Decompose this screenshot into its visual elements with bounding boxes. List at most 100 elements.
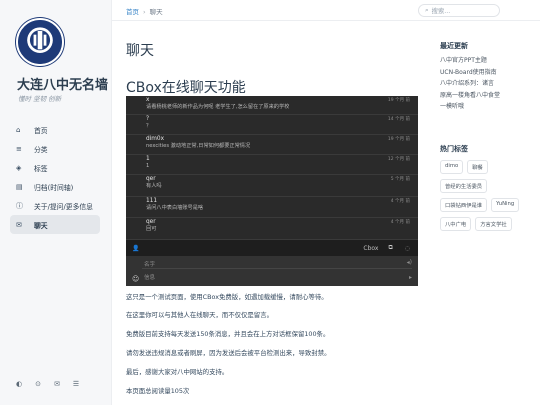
search-icon: ⌕ [425,6,429,14]
popout-icon[interactable]: ⧉ [388,244,392,252]
chat-message: qer 有人吗 5 个月 前 [126,175,418,197]
sidebar-item-about[interactable]: ⓘ 关于/提问/更多信息 [10,196,100,215]
breadcrumb: 首页 › 聊天 [126,6,163,16]
paragraph: 免费版目前支持每天发送150条消息，并且会在上方对话框保留100条。 [126,330,330,338]
chat-message-time: 12 个月 前 [387,157,410,162]
sidebar-item-tags[interactable]: ◈ 标签 [10,158,100,177]
rss-icon[interactable]: ☰ [71,380,81,388]
chat-message: 111 请问八中表白墙账号是啥 4 个月 前 [126,197,418,218]
chat-message-time: 4 个月 前 [390,199,410,204]
chat-message-text: nexcities 激动地正常,日常如何都要正常情况 [146,143,251,149]
tag-chip[interactable]: 方言文学社 [475,217,512,231]
recent-update-link[interactable]: UCN-Board使用指南 [440,67,500,79]
chat-message: dim0x nexcities 激动地正常,日常如何都要正常情况 19 个月 前 [126,135,418,155]
chat-message-text: 1 [146,163,150,169]
read-count: 本页面总阅读量105次 [126,387,190,395]
chat-message-text: 回可 [146,226,157,232]
popular-tags-heading: 热门标签 [440,145,468,153]
recent-updates-list: 八中官方PPT主题 UCN-Board使用指南 八中介绍系列：诸言 原高一楼角看… [440,55,500,113]
chat-message-input[interactable]: 信息 [144,273,155,281]
section-title: CBox在线聊天功能 [126,80,246,96]
tag-chip[interactable]: 八中广电 [440,217,472,231]
sidebar-item-label: 首页 [34,126,48,135]
chat-message-name[interactable]: ？ [146,116,412,123]
search-placeholder: 搜索... [431,8,451,15]
chat-name-input[interactable]: 名字 [144,260,155,268]
recent-update-link[interactable]: 一模听哦 [440,101,500,113]
chat-message-time: 19 个月 前 [387,137,410,142]
sidebar-item-label: 标签 [34,164,48,173]
recent-update-link[interactable]: 八中介绍系列：诸言 [440,78,500,90]
volume-icon[interactable]: ◂) [407,259,412,266]
chat-message: x 请看杨桃老师的新作品为何呢 老学生了,怎么留在了原来的学校 19 个月 前 [126,96,418,115]
chat-message-text: 请看杨桃老师的新作品为何呢 老学生了,怎么留在了原来的学校 [146,104,290,110]
github-icon[interactable]: ⊙ [33,380,43,388]
chat-message-time: 14 个月 前 [387,117,410,122]
chat-message-time: 4 个月 前 [390,220,410,225]
chat-input-area: 名字 ◂) ☺ 信息 ▸ [126,256,418,286]
paragraph: 请勿发送违规消息或者刷屏，因为发送后会被平台检测出来，导致封禁。 [126,349,331,357]
chat-message-name[interactable]: x [146,97,412,104]
sidebar-item-home[interactable]: ⌂ 首页 [10,120,100,139]
chat-message-name[interactable]: qer [146,219,412,226]
site-subtitle: 懂时 坚韧 创新 [18,95,62,103]
cbox-link[interactable]: Cbox [363,245,378,252]
recent-updates-heading: 最近更新 [440,42,468,50]
sidebar: 大连八中无名墙 懂时 坚韧 创新 ⌂ 首页 ≡ 分类 ◈ 标签 ▤ 归档(时间轴… [0,0,112,405]
tag-icon: ◈ [16,163,22,172]
chat-message-time: 19 个月 前 [387,98,410,103]
chat-message: 1 1 12 个月 前 [126,155,418,175]
chat-input-divider [142,268,412,269]
school-logo[interactable] [16,18,64,66]
chat-message: ？ ？ 14 个月 前 [126,115,418,135]
chat-message-time: 5 个月 前 [390,177,410,182]
menu-icon: ≡ [16,144,22,153]
emoji-icon[interactable]: ☺ [132,275,139,283]
site-title[interactable]: 大连八中无名墙 [17,74,108,93]
paragraph: 这只是一个测试页面，使用CBox免费版，如遇加载缓慢，请耐心等待。 [126,293,328,301]
header-divider [112,20,540,21]
theme-toggle-icon[interactable]: ◐ [14,380,24,388]
breadcrumb-separator-icon: › [143,8,146,16]
sidebar-item-archive[interactable]: ▤ 归档(时间轴) [10,177,100,196]
recent-update-link[interactable]: 原高一楼角看八中食堂 [440,90,500,102]
search-input[interactable]: ⌕ 搜索... [418,4,500,17]
breadcrumb-current: 聊天 [149,8,163,16]
sidebar-item-label: 聊天 [34,221,48,230]
info-icon: ⓘ [16,201,23,210]
sidebar-item-label: 关于/提问/更多信息 [34,202,93,211]
paragraph: 最后，感谢大家对八中网站的支持。 [126,368,229,376]
chat-message-name[interactable]: qer [146,176,412,183]
recent-update-link[interactable]: 八中官方PPT主题 [440,55,500,67]
chat-message: qer 回可 4 个月 前 [126,218,418,240]
chat-message-text: 有人吗 [146,183,162,189]
sidebar-item-chat[interactable]: ✉ 聊天 [10,215,100,234]
archive-icon: ▤ [16,182,23,191]
cbox-chat-widget: x 请看杨桃老师的新作品为何呢 老学生了,怎么留在了原来的学校 19 个月 前 … [126,96,418,286]
school-emblem-icon [18,20,62,64]
sidebar-footer: ◐ ⊙ ✉ ☰ [14,380,81,388]
chat-toolbar: 👤 Cbox ⧉ ◌ [126,240,418,256]
tag-chip[interactable]: YuNing [491,198,520,212]
chat-message-name[interactable]: 1 [146,156,412,163]
chat-icon: ✉ [16,220,22,229]
chat-message-text: 请问八中表白墙账号是啥 [146,205,204,211]
paragraph: 在这里你可以与其他人在线聊天，而不仅仅是留言。 [126,311,273,319]
user-icon[interactable]: 👤 [132,245,139,252]
popular-tags: dimo 聊餐 曾经的生活委员 口袋钻西伊是谁 YuNing 八中广电 方言文学… [440,160,535,231]
sidebar-item-label: 归档(时间轴) [34,183,74,192]
chat-message-name[interactable]: dim0x [146,136,412,143]
breadcrumb-home[interactable]: 首页 [126,8,139,16]
chat-message-list[interactable]: x 请看杨桃老师的新作品为何呢 老学生了,怎么留在了原来的学校 19 个月 前 … [126,96,418,240]
send-icon[interactable]: ▸ [409,274,412,281]
tag-chip[interactable]: 曾经的生活委员 [440,179,488,193]
tag-chip[interactable]: 口袋钻西伊是谁 [440,198,488,212]
refresh-icon[interactable]: ◌ [405,245,410,252]
page-title: 聊天 [126,43,154,59]
sidebar-item-categories[interactable]: ≡ 分类 [10,139,100,158]
tag-chip[interactable]: dimo [440,160,464,174]
tag-chip[interactable]: 聊餐 [467,160,488,174]
chat-message-name[interactable]: 111 [146,198,412,205]
chat-message-text: ？ [146,123,152,129]
email-icon[interactable]: ✉ [52,380,62,388]
